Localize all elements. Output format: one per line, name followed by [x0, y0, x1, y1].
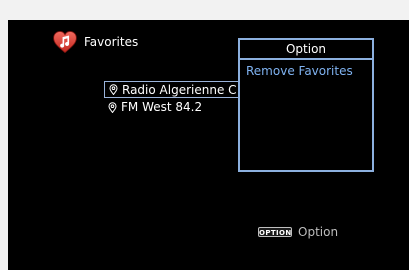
option-panel: Option Remove Favorites — [238, 38, 374, 172]
option-hint-label: Option — [298, 225, 339, 239]
header: Favorites — [52, 29, 138, 55]
heart-music-icon — [53, 31, 77, 54]
screen-frame: Favorites Radio Algerienne C FM West 84.… — [0, 0, 409, 270]
option-panel-title: Option — [240, 40, 372, 60]
remove-favorites-option[interactable]: Remove Favorites — [246, 64, 372, 78]
footer-hint: OPTION Option — [258, 225, 338, 239]
location-pin-icon — [108, 101, 117, 113]
list-item-label: FM West 84.2 — [121, 100, 203, 114]
option-key-icon: OPTION — [258, 227, 292, 237]
page-title: Favorites — [84, 35, 139, 49]
location-pin-icon — [109, 84, 118, 95]
list-item-label: Radio Algerienne C — [122, 82, 237, 97]
tv-screen: Favorites Radio Algerienne C FM West 84.… — [8, 20, 409, 270]
